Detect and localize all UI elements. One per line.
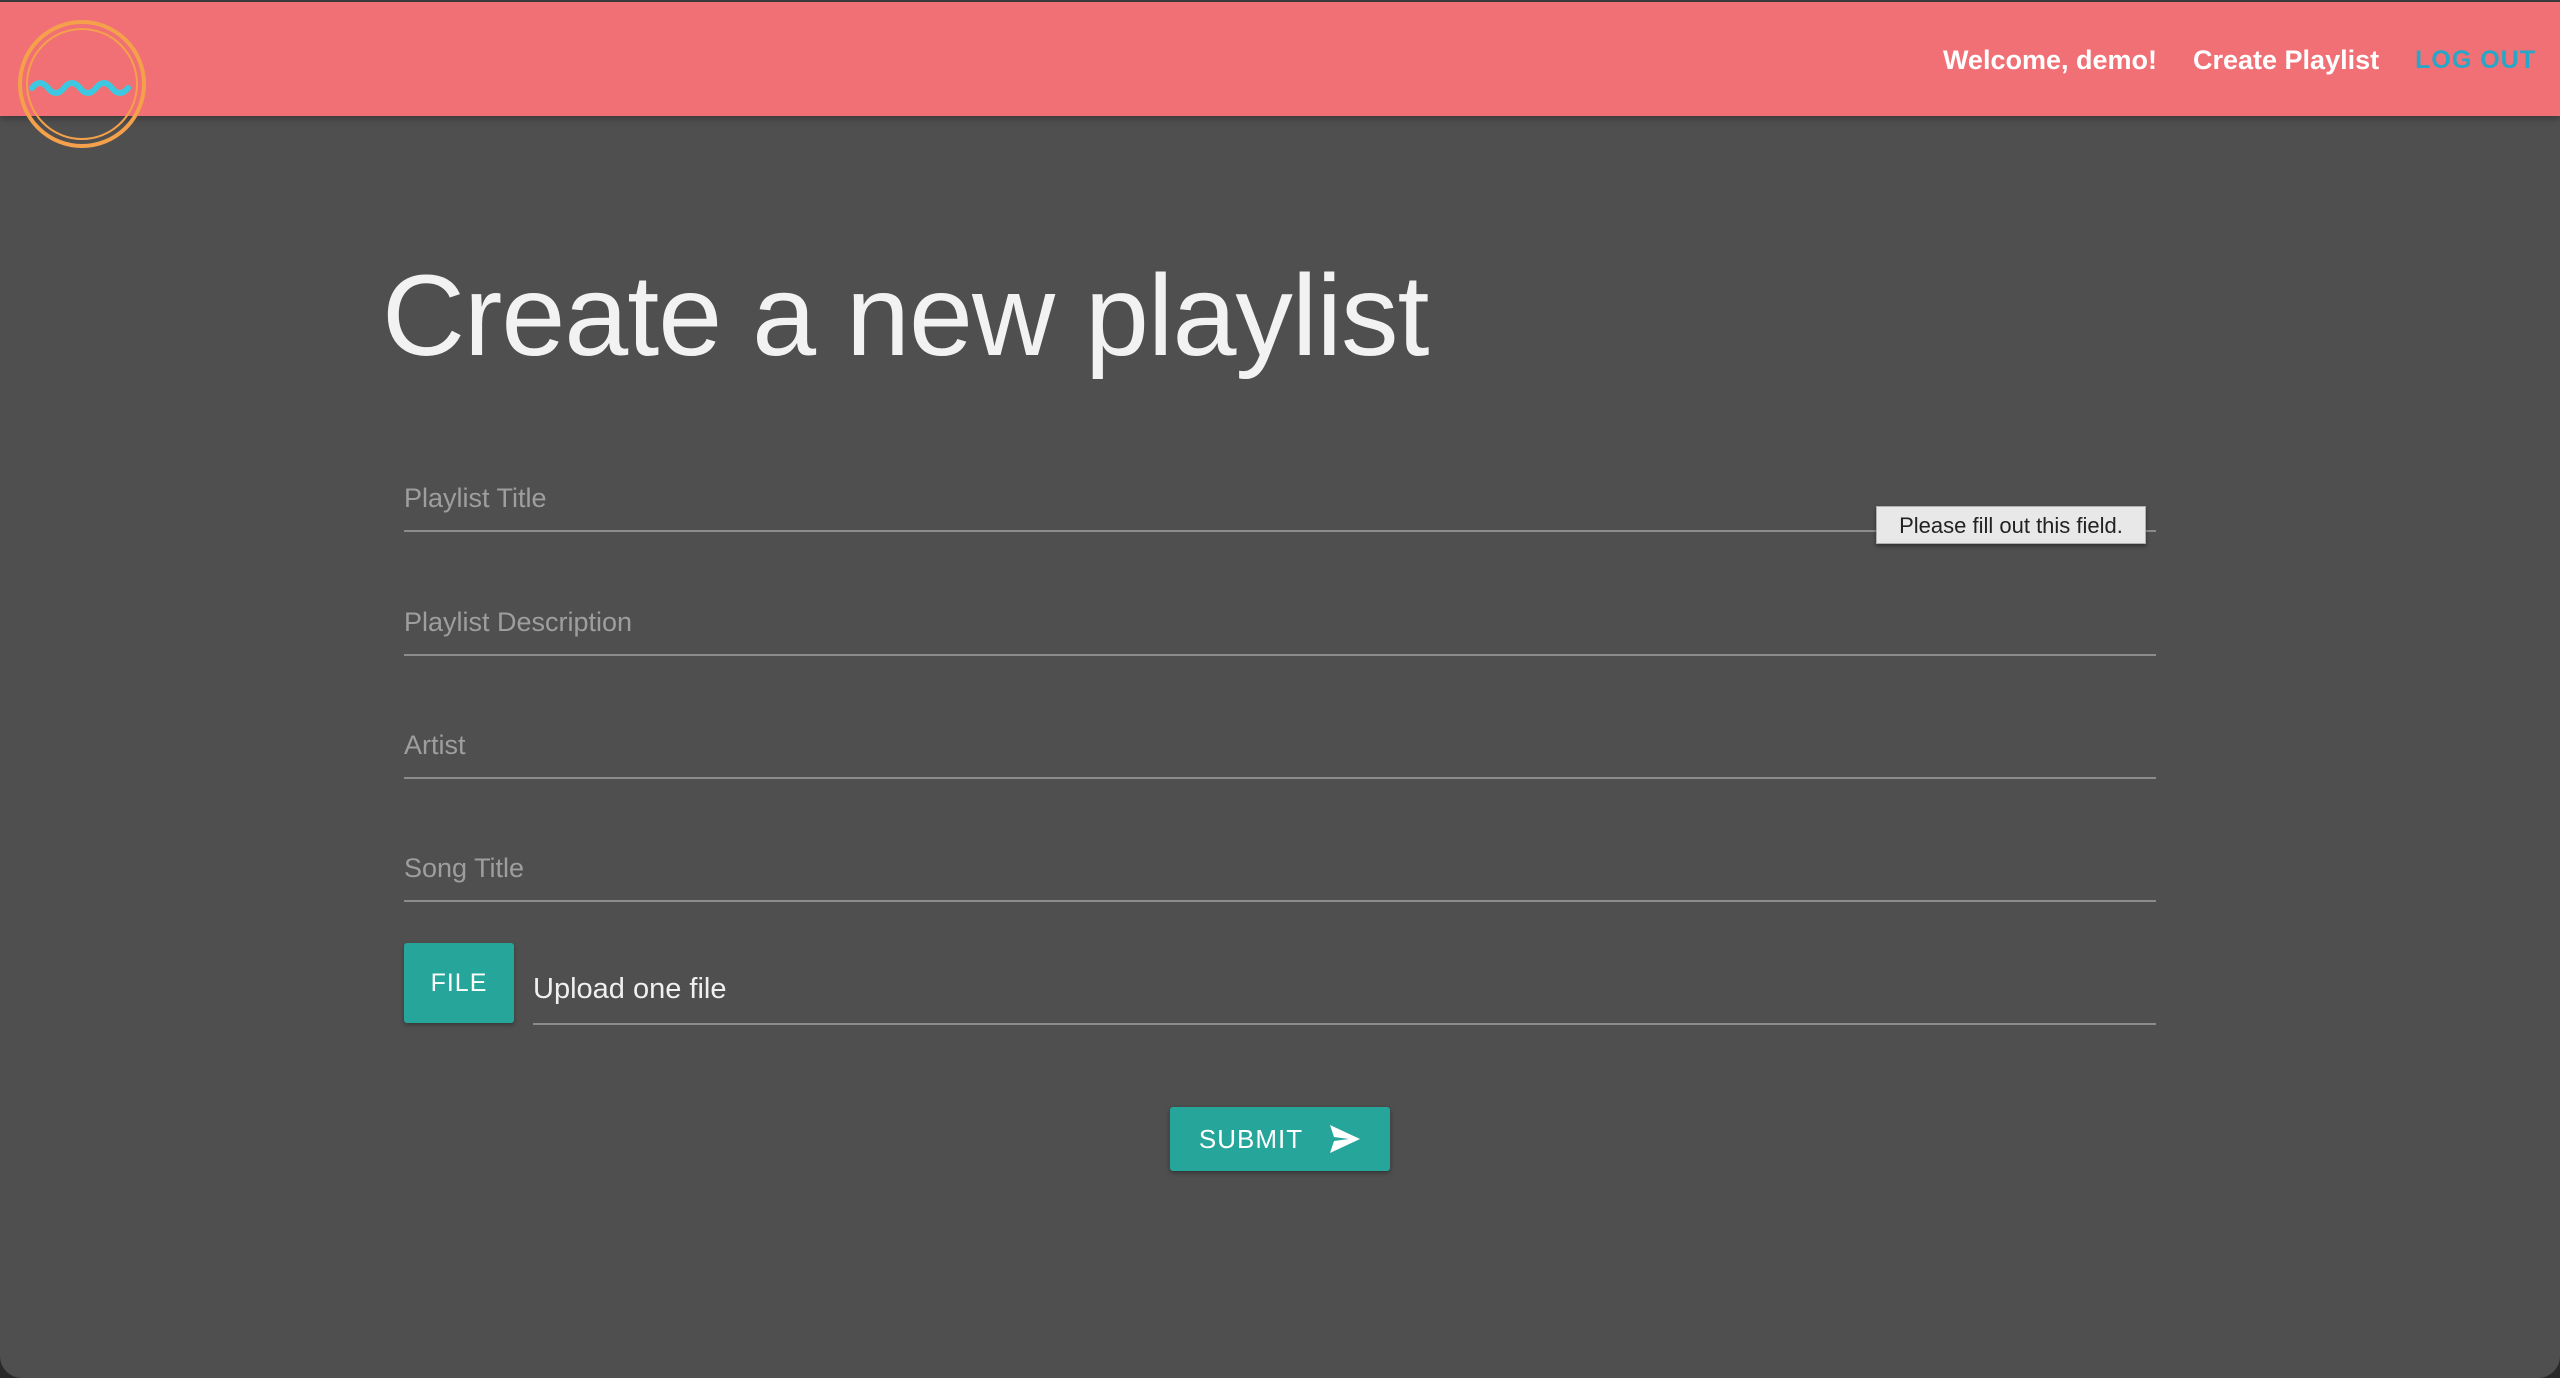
- playlist-description-field: [404, 576, 2156, 656]
- artist-field: [404, 699, 2156, 779]
- song-title-field: [404, 822, 2156, 902]
- playlist-description-input[interactable]: [404, 598, 2156, 646]
- welcome-message: Welcome, demo!: [1942, 44, 2157, 75]
- validation-tooltip: Please fill out this field.: [1876, 506, 2146, 544]
- file-path-input[interactable]: [533, 965, 2156, 1013]
- top-navbar: Welcome, demo! Create Playlist LOG OUT: [0, 0, 2560, 116]
- create-playlist-link[interactable]: Create Playlist: [2175, 45, 2397, 76]
- wave-circle-logo-icon[interactable]: [16, 18, 148, 150]
- app-window: Welcome, demo! Create Playlist LOG OUT C…: [0, 0, 2560, 1378]
- submit-label: SUBMIT: [1198, 1123, 1304, 1154]
- logout-link[interactable]: LOG OUT: [2397, 46, 2554, 75]
- submit-button[interactable]: SUBMIT: [1170, 1107, 1390, 1171]
- song-title-input[interactable]: [404, 844, 2156, 892]
- page-title: Create a new playlist: [382, 252, 1429, 380]
- file-button[interactable]: FILE: [404, 943, 514, 1023]
- artist-input[interactable]: [404, 721, 2156, 769]
- send-icon: [1330, 1125, 1361, 1153]
- nav-links: Welcome, demo! Create Playlist LOG OUT: [1925, 2, 2554, 118]
- file-path-field: [533, 943, 2156, 1025]
